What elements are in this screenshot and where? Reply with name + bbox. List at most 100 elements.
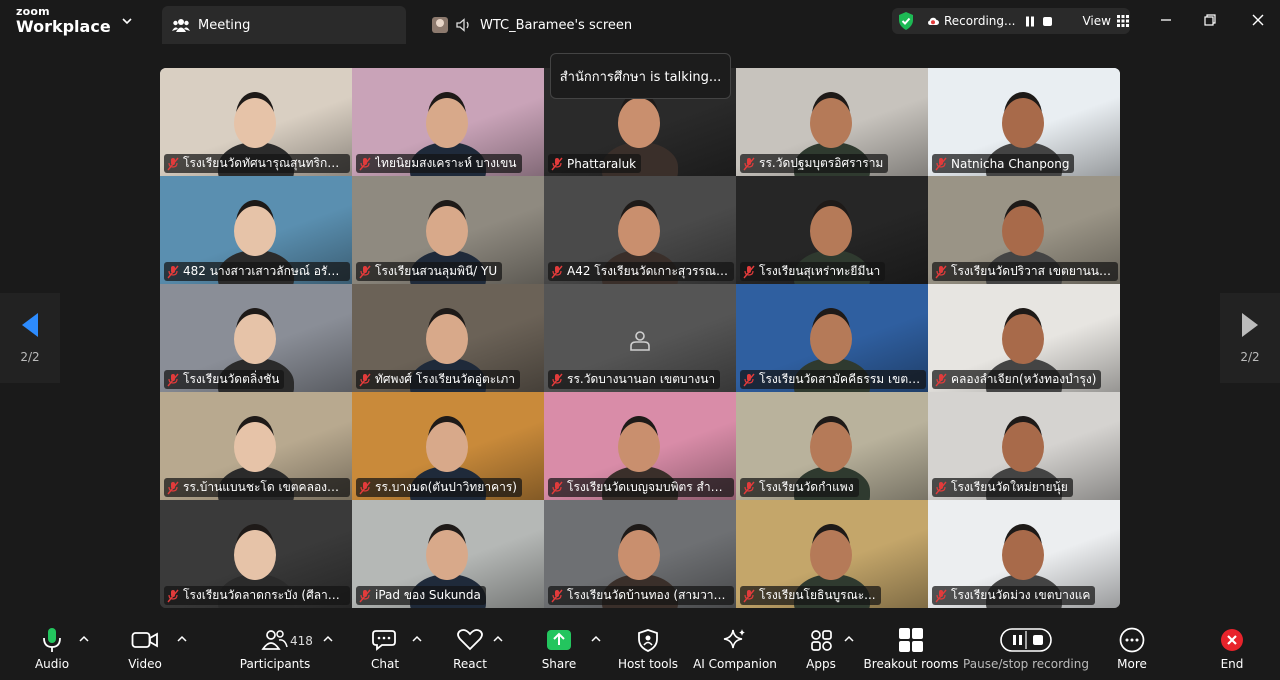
participant-tile[interactable]: A42 โรงเรียนวัดเกาะสุวรรณาราม bbox=[544, 176, 736, 284]
video-button[interactable]: Video bbox=[124, 626, 166, 671]
chevron-up-icon[interactable] bbox=[323, 634, 333, 644]
microphone-icon bbox=[43, 628, 61, 652]
participant-nameplate: โรงเรียนวัดตลิ่งชัน bbox=[164, 370, 285, 389]
share-screen-icon bbox=[547, 630, 571, 650]
chevron-up-icon[interactable] bbox=[79, 634, 89, 644]
participant-tile[interactable]: รร.บางมด(ตันปาวิทยาคาร) bbox=[352, 392, 544, 500]
muted-microphone-icon bbox=[167, 481, 179, 494]
participant-tile[interactable]: รร.บ้านแบนชะโด เขตคลองสามวา bbox=[160, 392, 352, 500]
heart-icon bbox=[457, 629, 483, 651]
participant-nameplate: โรงเรียนวัดบ้านทอง (สามวาวิทยา) bbox=[548, 586, 734, 605]
participants-label: Participants bbox=[239, 657, 311, 671]
pause-recording-icon[interactable] bbox=[1025, 16, 1035, 27]
participant-tile[interactable]: โรงเรียนวัดทัศนารุณสุนทริการา... bbox=[160, 68, 352, 176]
participant-name: โรงเรียนวัดกำแพง bbox=[759, 480, 854, 494]
participant-tile[interactable]: โรงเรียนวัดม่วง เขตบางแค bbox=[928, 500, 1120, 608]
apps-label: Apps bbox=[806, 657, 836, 671]
participant-tile[interactable]: Natnicha Chanpong bbox=[928, 68, 1120, 176]
participant-tile[interactable]: โรงเรียนวัดลาดกระบัง (ศีลาภิรัตอ... bbox=[160, 500, 352, 608]
participant-name: โรงเรียนวัดบ้านทอง (สามวาวิทยา) bbox=[567, 588, 729, 602]
participant-tile[interactable]: โรงเรียนวัดสามัคคีธรรม เขตวังท... bbox=[736, 284, 928, 392]
stop-recording-icon[interactable] bbox=[1043, 16, 1053, 26]
participant-head bbox=[810, 422, 852, 472]
participant-tile[interactable]: โรงเรียนวัดกำแพง bbox=[736, 392, 928, 500]
participant-nameplate: โรงเรียนวัดลาดกระบัง (ศีลาภิรัตอ... bbox=[164, 586, 350, 605]
video-label: Video bbox=[128, 657, 162, 671]
chevron-down-icon[interactable] bbox=[120, 14, 134, 28]
tab-screen-share-label: WTC_Baramee's screen bbox=[480, 17, 633, 33]
ai-companion-label: AI Companion bbox=[693, 657, 777, 671]
chevron-up-icon[interactable] bbox=[591, 634, 601, 644]
participant-head bbox=[426, 206, 468, 256]
participant-nameplate: ไทยนิยมสงเคราะห์ บางเขน bbox=[356, 154, 522, 173]
participant-nameplate: โรงเรียนวัดสามัคคีธรรม เขตวังท... bbox=[740, 370, 926, 389]
end-call-icon bbox=[1221, 629, 1243, 651]
muted-microphone-icon bbox=[359, 589, 371, 602]
participant-name: 482 นางสาวเสาวลักษณ์ อรัญกิ... bbox=[183, 264, 345, 278]
chevron-left-icon bbox=[22, 313, 38, 337]
participant-tile[interactable]: โรงเรียนวัดปริวาส เขตยานนาวา bbox=[928, 176, 1120, 284]
participant-nameplate: รร.วัดปฐมบุตรอิศราราม bbox=[740, 154, 889, 173]
chat-button[interactable]: Chat bbox=[371, 626, 399, 671]
pause-stop-recording-button[interactable]: Pause/stop recording bbox=[963, 626, 1089, 671]
participant-tile[interactable]: คลองลำเจียก(หวังทองบำรุง) bbox=[928, 284, 1120, 392]
close-icon[interactable] bbox=[1248, 10, 1268, 30]
tab-screen-share[interactable]: WTC_Baramee's screen bbox=[424, 6, 664, 44]
audio-button[interactable]: Audio bbox=[34, 626, 70, 671]
participant-head bbox=[426, 422, 468, 472]
next-page-button[interactable]: 2/2 bbox=[1220, 293, 1280, 383]
participant-name: โรงเรียนสุเหร่าทะยีมีนา bbox=[759, 264, 881, 278]
participant-tile[interactable]: รร.วัดบางนานอก เขตบางนา bbox=[544, 284, 736, 392]
end-meeting-button[interactable]: End bbox=[1218, 626, 1246, 671]
participant-head bbox=[810, 98, 852, 148]
muted-microphone-icon bbox=[743, 481, 755, 494]
previous-page-button[interactable]: 2/2 bbox=[0, 293, 60, 383]
participant-tile[interactable]: โรงเรียนวัดใหม่ยายนุ้ย bbox=[928, 392, 1120, 500]
participant-tile[interactable]: ทัศพงศ์ โรงเรียนวัดอู่ตะเภา bbox=[352, 284, 544, 392]
react-button[interactable]: React bbox=[453, 626, 487, 671]
participant-head bbox=[618, 422, 660, 472]
zoom-workplace-logo[interactable]: zoom Workplace bbox=[16, 6, 111, 35]
security-shield-icon[interactable] bbox=[897, 11, 915, 31]
participant-head bbox=[426, 314, 468, 364]
ai-companion-button[interactable]: AI Companion bbox=[693, 626, 777, 671]
host-tools-button[interactable]: Host tools bbox=[618, 626, 678, 671]
chevron-up-icon[interactable] bbox=[177, 634, 187, 644]
tab-meeting[interactable]: Meeting bbox=[162, 6, 406, 44]
participant-tile[interactable]: 482 นางสาวเสาวลักษณ์ อรัญกิ... bbox=[160, 176, 352, 284]
chevron-up-icon[interactable] bbox=[493, 634, 503, 644]
view-button[interactable]: View bbox=[1082, 14, 1129, 28]
active-speaker-banner: สำนักการศึกษา is talking... bbox=[550, 53, 731, 99]
muted-microphone-icon bbox=[167, 157, 179, 170]
participant-tile[interactable]: รร.วัดปฐมบุตรอิศราราม bbox=[736, 68, 928, 176]
participant-tile[interactable]: iPad ของ Sukunda bbox=[352, 500, 544, 608]
muted-microphone-icon bbox=[359, 157, 371, 170]
minimize-icon[interactable] bbox=[1156, 10, 1176, 30]
recording-indicator[interactable]: Recording... bbox=[927, 14, 1015, 28]
more-button[interactable]: More bbox=[1116, 626, 1148, 671]
participant-tile[interactable]: โรงเรียนสุเหร่าทะยีมีนา bbox=[736, 176, 928, 284]
breakout-rooms-button[interactable]: Breakout rooms bbox=[864, 626, 958, 671]
breakout-rooms-icon bbox=[899, 628, 923, 652]
logo-line1: zoom bbox=[16, 5, 50, 18]
apps-button[interactable]: Apps bbox=[806, 626, 836, 671]
participant-tile[interactable]: โรงเรียนวัดเบญจมบพิตร สำนักง... bbox=[544, 392, 736, 500]
muted-microphone-icon bbox=[935, 157, 947, 170]
participant-tile[interactable]: โรงเรียนสวนลุมพินี/ YU bbox=[352, 176, 544, 284]
participant-head bbox=[1002, 98, 1044, 148]
chevron-up-icon[interactable] bbox=[412, 634, 422, 644]
chevron-up-icon[interactable] bbox=[844, 634, 854, 644]
participant-nameplate: โรงเรียนวัดทัศนารุณสุนทริการา... bbox=[164, 154, 350, 173]
share-button[interactable]: Share bbox=[542, 626, 576, 671]
page-indicator-left: 2/2 bbox=[20, 350, 40, 364]
sparkle-icon bbox=[723, 629, 745, 649]
participants-button[interactable]: Participants bbox=[240, 626, 310, 671]
participant-tile[interactable]: โรงเรียนวัดบ้านทอง (สามวาวิทยา) bbox=[544, 500, 736, 608]
participant-tile[interactable]: โรงเรียนโยธินบูรณะ... bbox=[736, 500, 928, 608]
participant-tile[interactable]: ไทยนิยมสงเคราะห์ บางเขน bbox=[352, 68, 544, 176]
restore-icon[interactable] bbox=[1200, 10, 1220, 30]
shield-icon bbox=[638, 629, 658, 652]
muted-microphone-icon bbox=[167, 373, 179, 386]
logo-line2: Workplace bbox=[16, 17, 111, 36]
participant-tile[interactable]: โรงเรียนวัดตลิ่งชัน bbox=[160, 284, 352, 392]
